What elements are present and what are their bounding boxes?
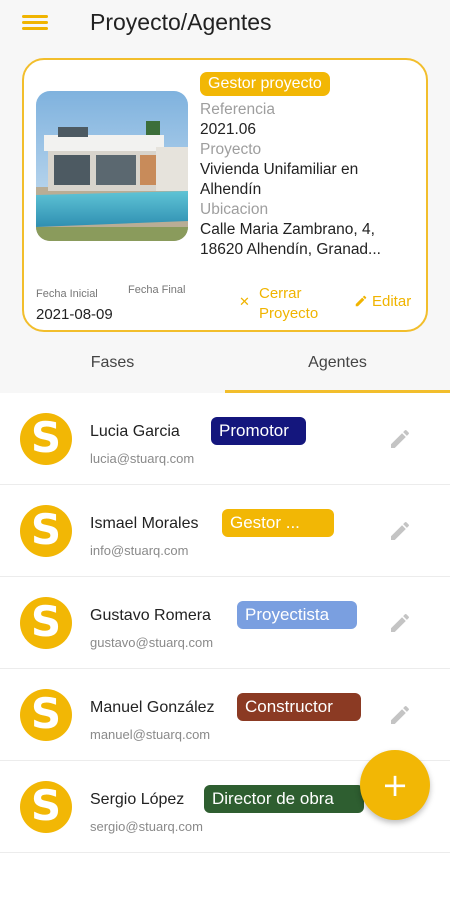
fecha-inicial-value: 2021-08-09	[36, 306, 113, 323]
agent-role-badge: Proyectista	[237, 601, 357, 629]
project-role-badge: Gestor proyecto	[200, 72, 330, 96]
project-area: Gestor proyecto Referencia 2021.06 Proye…	[0, 48, 450, 348]
agent-name: Gustavo Romera	[90, 607, 211, 624]
agent-role-badge: Constructor	[237, 693, 361, 721]
avatar-letter: S	[30, 689, 62, 738]
fecha-inicial: Fecha Inicial 2021-08-09	[36, 284, 113, 323]
agent-email: gustavo@stuarq.com	[90, 635, 214, 650]
agent-role-badge: Director de obra	[204, 785, 364, 813]
pencil-icon	[355, 295, 367, 307]
project-card: Gestor proyecto Referencia 2021.06 Proye…	[22, 58, 428, 332]
project-photo	[36, 91, 188, 241]
close-project-label: Cerrar Proyecto	[259, 285, 319, 322]
ubicacion-value: Calle Maria Zambrano, 4, 18620 Alhendín,…	[200, 221, 381, 258]
avatar: S	[20, 597, 72, 649]
avatar: S	[20, 781, 72, 833]
close-project-button[interactable]: ✕ Cerrar Proyecto	[239, 284, 339, 324]
add-agent-button[interactable]: +	[360, 750, 430, 820]
fecha-inicial-label: Fecha Inicial	[36, 288, 98, 300]
fecha-final-label: Fecha Final	[128, 284, 186, 296]
hamburger-menu-icon[interactable]	[22, 12, 48, 34]
edit-project-button[interactable]: Editar	[354, 293, 411, 310]
app-bar: Proyecto/Agentes	[0, 0, 450, 48]
agent-row[interactable]: S Lucia Garcia Promotor lucia@stuarq.com	[0, 393, 450, 485]
avatar-letter: S	[30, 597, 62, 646]
edit-project-label: Editar	[372, 293, 412, 310]
proyecto-label: Proyecto	[200, 141, 262, 158]
tab-bar: Fases Agentes	[0, 348, 450, 393]
agent-email: lucia@stuarq.com	[90, 451, 195, 466]
agent-name: Ismael Morales	[90, 515, 199, 532]
proyecto-value: Vivienda Unifamiliar en Alhendín	[200, 161, 359, 198]
referencia-label: Referencia	[200, 101, 275, 118]
ubicacion-label: Ubicacion	[200, 201, 269, 218]
page-title: Proyecto/Agentes	[90, 9, 272, 35]
avatar-letter: S	[30, 505, 62, 554]
avatar-letter: S	[30, 413, 62, 462]
agent-name: Sergio López	[90, 791, 185, 808]
avatar: S	[20, 505, 72, 557]
agent-email: info@stuarq.com	[90, 543, 189, 558]
agent-name: Lucia Garcia	[90, 423, 180, 440]
agent-row[interactable]: S Ismael Morales Gestor ... info@stuarq.…	[0, 485, 450, 577]
plus-icon: +	[381, 766, 409, 804]
close-icon: ✕	[239, 294, 250, 309]
agent-row[interactable]: S Manuel González Constructor manuel@stu…	[0, 669, 450, 761]
edit-agent-icon[interactable]	[388, 703, 412, 727]
agent-email: sergio@stuarq.com	[90, 819, 203, 834]
project-info: Referencia 2021.06 Proyecto Vivienda Uni…	[200, 100, 422, 260]
edit-agent-icon[interactable]	[388, 611, 412, 635]
tab-agentes[interactable]: Agentes	[225, 348, 450, 393]
avatar-letter: S	[30, 781, 62, 830]
avatar: S	[20, 689, 72, 741]
agent-row[interactable]: S Gustavo Romera Proyectista gustavo@stu…	[0, 577, 450, 669]
avatar: S	[20, 413, 72, 465]
agent-role-badge: Gestor ...	[222, 509, 334, 537]
tab-fases[interactable]: Fases	[0, 348, 225, 393]
referencia-value: 2021.06	[200, 121, 257, 138]
agent-name: Manuel González	[90, 699, 215, 716]
agent-email: manuel@stuarq.com	[90, 727, 211, 742]
edit-agent-icon[interactable]	[388, 519, 412, 543]
agent-role-badge: Promotor	[211, 417, 306, 445]
edit-agent-icon[interactable]	[388, 427, 412, 451]
